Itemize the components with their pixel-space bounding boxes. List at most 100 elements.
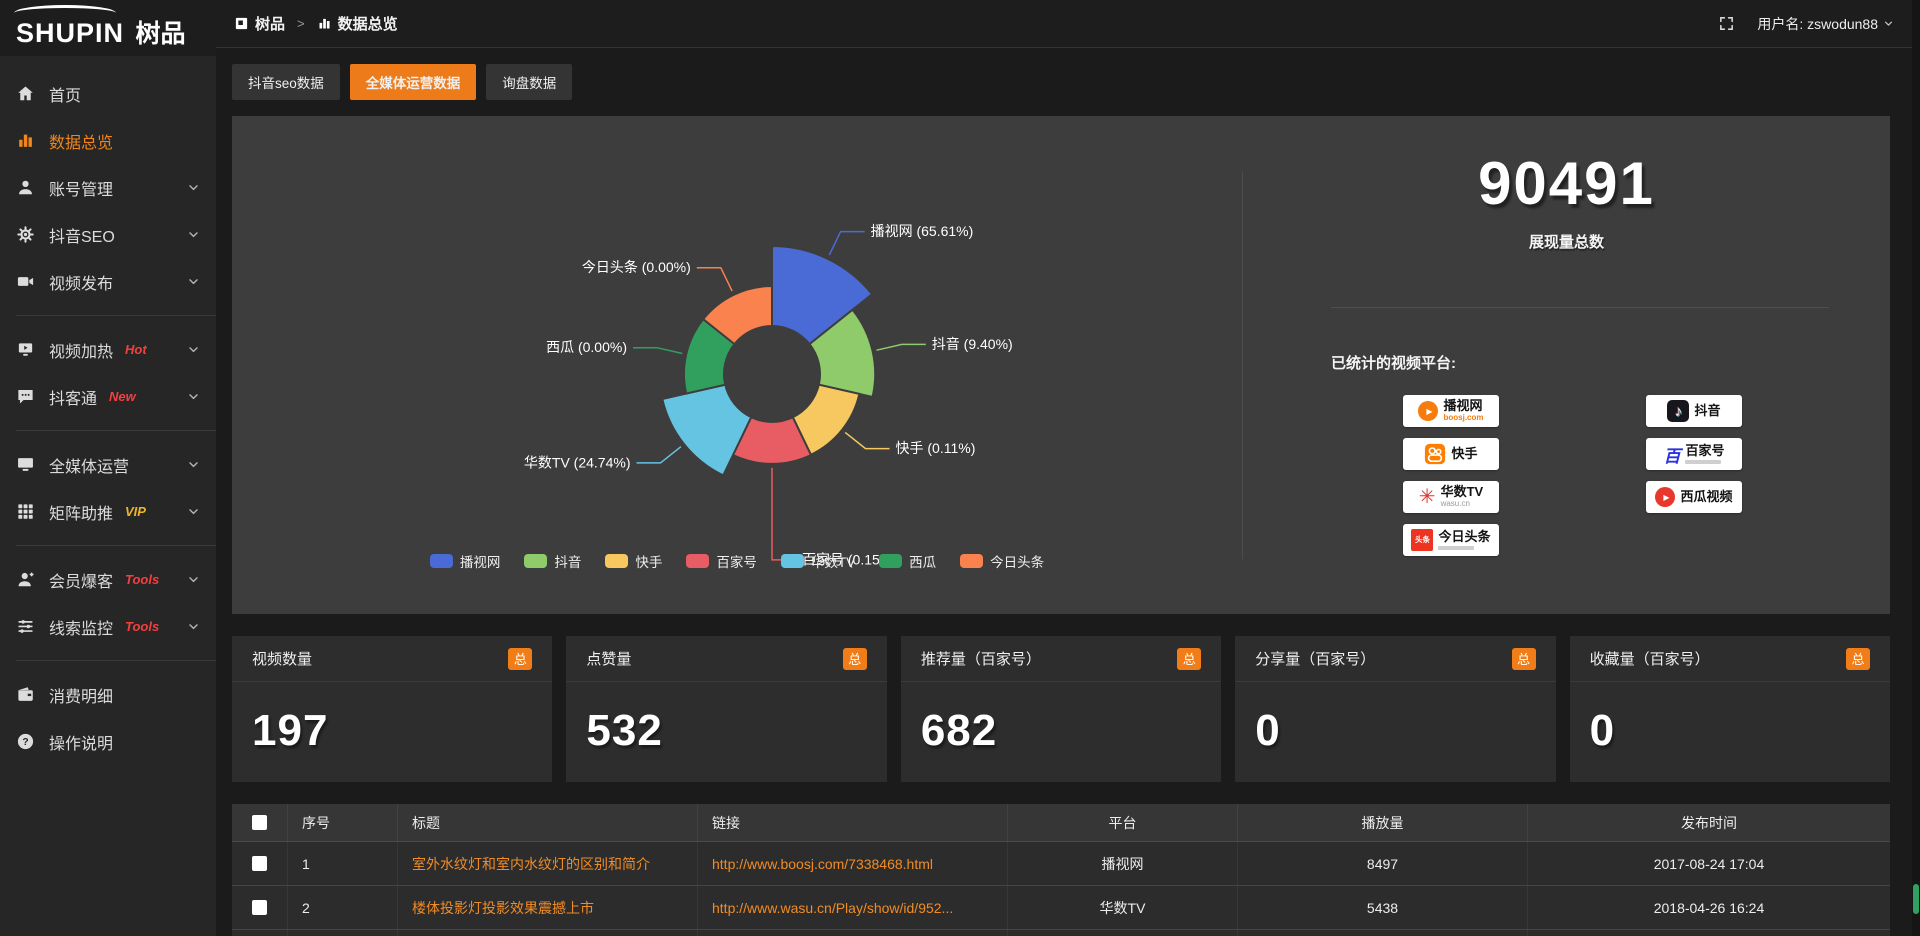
stat-card-2: 推荐量（百家号）总682 <box>901 636 1221 782</box>
fullscreen-icon[interactable] <box>1718 15 1735 32</box>
pie-slice-4[interactable] <box>662 385 751 476</box>
table-header-cell: 序号 <box>288 804 398 841</box>
platform-badge-name: 西瓜视频 <box>1680 490 1732 504</box>
page-scrollbar[interactable] <box>1912 0 1920 936</box>
sidebar: SHUPIN 树品 首页数据总览账号管理抖音SEO视频发布视频加热 Hot 抖客通N… <box>0 0 216 936</box>
breadcrumb-item-shupin[interactable]: 树品 <box>234 13 285 34</box>
stat-card-3: 分享量（百家号） 总 0 <box>1235 636 1555 782</box>
plays-cell: 8497 <box>1238 842 1528 885</box>
platform-badge-toutiao[interactable]: 头条今日头条 <box>1403 524 1499 556</box>
label-leader-line <box>637 447 681 463</box>
sliders-icon <box>16 617 35 636</box>
platform-badge-wasu[interactable]: ✳华数TVwasu.cn <box>1403 481 1499 513</box>
title-link[interactable]: 楼体投影灯投影效果震撼上市 <box>398 886 698 929</box>
sidebar-item-video-publish[interactable]: 视频发布 <box>0 258 216 305</box>
sidebar-item-tag: Hot <box>125 342 147 357</box>
pie-slice-label: 快手 (0.11%) <box>896 440 976 456</box>
tab-inquiry-data[interactable]: 询盘数据 <box>486 64 572 100</box>
url-link[interactable]: http://www.wasu.cn/Play/show/id/952... <box>698 886 1008 929</box>
sidebar-divider <box>16 315 216 316</box>
legend-item-6[interactable]: 今日头条 <box>960 551 1044 571</box>
chevron-down-icon <box>187 181 200 194</box>
total-badge[interactable]: 总 <box>508 648 532 670</box>
chevron-down-icon <box>187 275 200 288</box>
sidebar-item-douketong[interactable]: 抖客通New <box>0 373 216 420</box>
legend-swatch <box>879 554 902 568</box>
sidebar-item-douyin-seo[interactable]: 抖音SEO <box>0 211 216 258</box>
scrollbar-thumb[interactable] <box>1913 884 1919 914</box>
legend-swatch <box>430 554 453 568</box>
tab-media-operation-data[interactable]: 全媒体运营数据 <box>350 64 477 100</box>
sidebar-item-tag: Tools <box>125 572 159 587</box>
total-badge[interactable]: 总 <box>1177 648 1201 670</box>
stat-card-title: 收藏量（百家号） <box>1590 648 1710 669</box>
legend-item-4[interactable]: 华数TV <box>781 551 855 571</box>
sidebar-item-consume-detail[interactable]: 消费明细 <box>0 671 216 718</box>
sidebar-item-media-operation[interactable]: 全媒体运营 <box>0 441 216 488</box>
breadcrumb-label: 数据总览 <box>338 13 398 34</box>
sidebar-item-account-manage[interactable]: 账号管理 <box>0 164 216 211</box>
platform-badge-baijiahao[interactable]: 百百家号 <box>1646 438 1742 470</box>
username-menu[interactable]: 用户名: zswodun88 <box>1757 14 1894 34</box>
total-badge[interactable]: 总 <box>1512 648 1536 670</box>
platform-badge-boosj[interactable]: ▶播视网boosj.com <box>1403 395 1499 427</box>
toutiao-logo-icon: 头条 <box>1411 529 1433 551</box>
sidebar-item-label: 操作说明 <box>49 730 113 754</box>
table-row: 2楼体投影灯投影效果震撼上市http://www.wasu.cn/Play/sh… <box>232 886 1890 930</box>
xigua-play-icon: ▶ <box>1655 487 1675 507</box>
time-cell: 2018-04-26 16:24 <box>1528 886 1890 929</box>
platform-badge-xigua[interactable]: ▶ 西瓜视频 <box>1646 481 1742 513</box>
legend-label: 百家号 <box>716 551 757 571</box>
chevron-down-icon <box>187 228 200 241</box>
legend-item-5[interactable]: 西瓜 <box>879 551 936 571</box>
brand-logo[interactable]: SHUPIN 树品 <box>0 0 216 56</box>
stat-card-value: 197 <box>232 682 552 756</box>
platform-badges-right-col: ♪抖音百百家号 ▶ 西瓜视频 <box>1646 395 1742 556</box>
legend-label: 播视网 <box>460 551 501 571</box>
legend-swatch <box>960 554 983 568</box>
sidebar-item-clue-monitor[interactable]: 线索监控Tools <box>0 603 216 650</box>
stat-card-value: 0 <box>1235 682 1555 756</box>
legend-label: 今日头条 <box>990 551 1044 571</box>
sidebar-item-matrix-boost[interactable]: 矩阵助推VIP <box>0 488 216 535</box>
stat-card-1: 点赞量总532 <box>566 636 886 782</box>
platform-badge-douyin[interactable]: ♪抖音 <box>1646 395 1742 427</box>
platform-badge-name: 今日头条 <box>1438 530 1490 544</box>
tab-douyin-seo-data[interactable]: 抖音seo数据 <box>232 64 340 100</box>
legend-item-2[interactable]: 快手 <box>605 551 662 571</box>
row-checkbox[interactable] <box>252 900 267 915</box>
screen-icon <box>16 340 35 359</box>
platform-badge-kuaishou[interactable]: 快手 <box>1403 438 1499 470</box>
videos-table: 序号标题链接平台播放量发布时间1室外水纹灯和室内水纹灯的区别和简介http://… <box>232 804 1890 936</box>
sidebar-item-label: 视频加热 <box>49 338 113 362</box>
sidebar-item-video-heat[interactable]: 视频加热 Hot <box>0 326 216 373</box>
legend-item-0[interactable]: 播视网 <box>430 551 501 571</box>
chevron-down-icon <box>1883 18 1894 29</box>
sidebar-item-data-overview[interactable]: 数据总览 <box>0 117 216 164</box>
total-badge[interactable]: 总 <box>843 648 867 670</box>
brand-logo-text-cn: 树品 <box>135 20 185 48</box>
url-link[interactable]: http://www.boosj.com/7338468.html <box>698 842 1008 885</box>
pie-slice-label: 今日头条 (0.00%) <box>582 259 691 275</box>
sidebar-item-label: 会员爆客 <box>49 568 113 592</box>
breadcrumb-item-data-overview[interactable]: 数据总览 <box>317 13 398 34</box>
rose-pie-chart[interactable]: 播视网 (65.61%)抖音 (9.40%)快手 (0.11%)百家号 (0.1… <box>232 116 1242 614</box>
legend-item-1[interactable]: 抖音 <box>524 551 581 571</box>
wallet-icon <box>16 685 35 704</box>
stat-card-title: 分享量（百家号） <box>1255 648 1375 669</box>
sidebar-item-member-burst[interactable]: 会员爆客 Tools <box>0 556 216 603</box>
select-all-checkbox[interactable] <box>252 815 267 830</box>
sidebar-item-home[interactable]: 首页 <box>0 70 216 117</box>
legend-item-3[interactable]: 百家号 <box>686 551 757 571</box>
sidebar-item-operation-guide[interactable]: ?操作说明 <box>0 718 216 765</box>
sidebar-menu: 首页数据总览账号管理抖音SEO视频发布视频加热 Hot 抖客通New 全媒体运营矩阵助… <box>0 56 216 765</box>
title-link[interactable]: 室外水纹灯和室内水纹灯的区别和简介 <box>398 842 698 885</box>
pie-slice-label: 抖音 (9.40%) <box>932 336 1013 352</box>
boosj-play-icon: ▶ <box>1418 401 1438 421</box>
topbar: 树品>数据总览 用户名: zswodun88 <box>216 0 1920 48</box>
table-header-cell: 播放量 <box>1238 804 1528 841</box>
platform-badges: ▶播视网boosj.com 快手 ✳华数TVwasu.cn 头条今日头条 ♪抖音百百家… <box>1403 395 1890 556</box>
label-leader-line <box>845 432 889 448</box>
total-badge[interactable]: 总 <box>1846 648 1870 670</box>
row-checkbox[interactable] <box>252 856 267 871</box>
